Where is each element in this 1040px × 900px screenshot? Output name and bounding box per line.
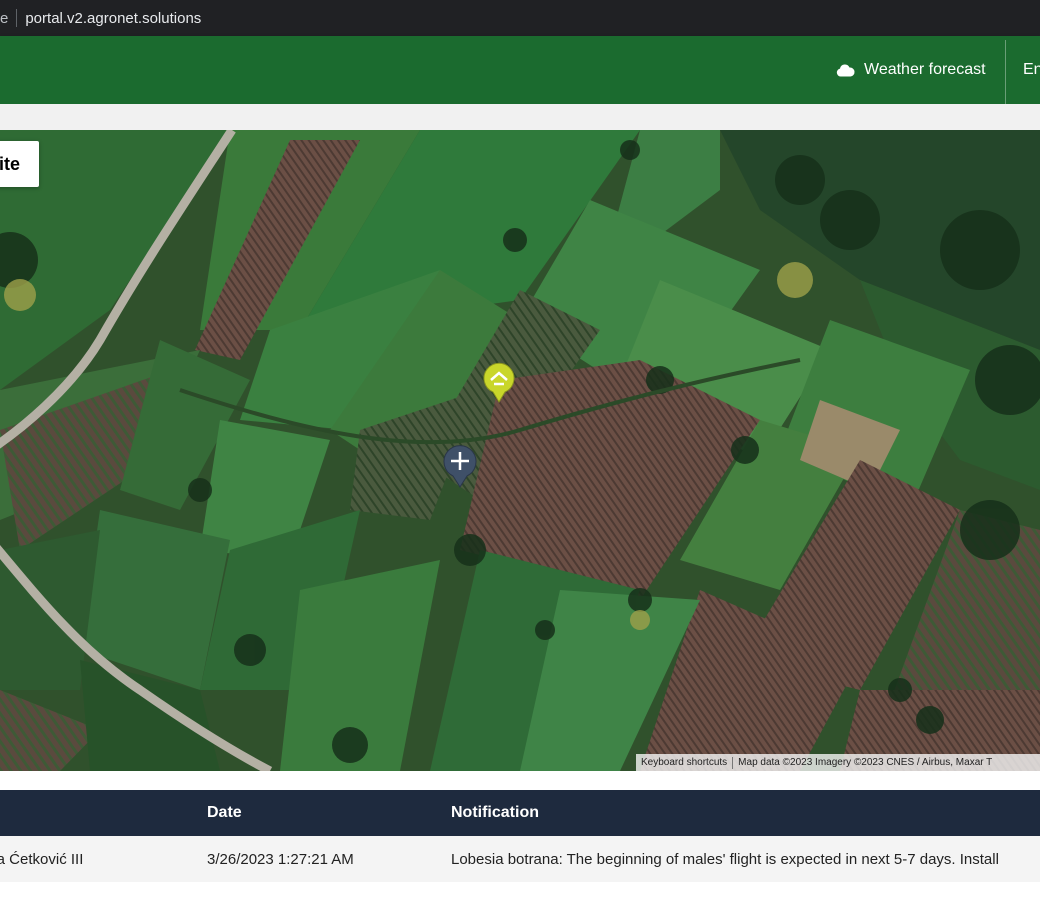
cell-date: 3/26/2023 1:27:21 AM — [207, 850, 354, 868]
app-header: Weather forecast En — [0, 36, 1040, 104]
language-selector[interactable]: En — [1023, 36, 1040, 104]
cell-notification: Lobesia botrana: The beginning of males'… — [451, 850, 999, 868]
column-header-date[interactable]: Date — [207, 790, 242, 836]
cloud-icon — [836, 64, 855, 76]
table-header: e Date Notification — [0, 790, 1040, 836]
plus-pin-icon[interactable] — [442, 443, 478, 489]
weather-forecast-button[interactable]: Weather forecast — [836, 36, 986, 104]
notifications-table: e Date Notification ija Ćetković III 3/2… — [0, 790, 1040, 882]
column-header-notification[interactable]: Notification — [451, 790, 539, 836]
map-type-satellite-button[interactable]: ite — [0, 141, 39, 187]
url-field[interactable]: portal.v2.agronet.solutions — [25, 10, 201, 27]
satellite-map[interactable]: ite Keyboard shortcuts Map data ©2023 Im… — [0, 130, 1040, 771]
address-divider — [16, 9, 18, 27]
map-attribution: Map data ©2023 Imagery ©2023 CNES / Airb… — [738, 757, 993, 768]
home-pin-icon[interactable] — [482, 362, 516, 404]
keyboard-shortcuts-link[interactable]: Keyboard shortcuts — [636, 757, 732, 768]
satellite-imagery — [0, 130, 1040, 771]
map-footer: Keyboard shortcuts Map data ©2023 Imager… — [636, 754, 1040, 771]
table-row[interactable]: ija Ćetković III 3/26/2023 1:27:21 AM Lo… — [0, 836, 1040, 882]
browser-address-bar: e portal.v2.agronet.solutions — [0, 0, 1040, 36]
weather-forecast-label: Weather forecast — [864, 61, 986, 78]
spacer — [0, 771, 1040, 790]
header-divider — [1005, 40, 1006, 104]
spacer — [0, 104, 1040, 130]
tab-title-fragment: e — [0, 9, 9, 27]
cell-name: ija Ćetković III — [0, 850, 84, 868]
